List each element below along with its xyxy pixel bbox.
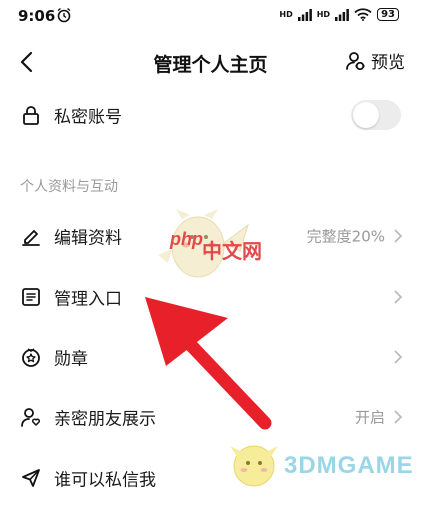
close-friends-icon [21,408,41,427]
signal-icon-2 [335,8,349,21]
php-cn-watermark-text: 中文网 [202,241,262,263]
close-friends-status: 开启 [354,408,385,427]
signal-icon-1 [297,8,312,21]
section-header: 个人资料与互动 [20,179,118,195]
toggle-knob [353,102,379,128]
php-cn-watermark: php 中文网 [150,205,270,295]
status-time: 9:06 [18,7,56,25]
hd-label-1: HD [279,9,293,19]
preview-person-icon [346,51,365,70]
alarm-icon [57,7,71,23]
3dmgame-watermark: 3DMGAME [226,436,421,494]
wifi-icon [354,8,372,21]
send-icon [22,469,40,487]
preview-label: 预览 [371,53,405,73]
list-box-icon [22,288,40,306]
chevron-right-icon [394,410,403,424]
private-account-toggle[interactable] [351,100,401,130]
chevron-right-icon [394,290,403,304]
hd-label-2: HD [316,9,331,19]
private-account-row: 私密账号 [0,88,421,142]
3dmgame-watermark-text: 3DMGAME [284,452,414,479]
preview-button[interactable]: 预览 [345,48,405,73]
private-account-label: 私密账号 [54,107,122,128]
medal-icon [22,348,40,367]
status-indicators: HD HD 93 [279,8,399,21]
edit-profile-label: 编辑资料 [54,228,122,249]
php-watermark-text: php [170,229,203,249]
profile-completeness: 完整度20% [306,227,385,246]
manage-entry-label: 管理入口 [54,289,122,310]
medal-row[interactable]: 勋章 [0,330,421,384]
edit-pencil-icon [22,230,40,246]
3dm-mascot-logo [230,445,278,487]
battery-indicator: 93 [377,8,399,21]
chevron-right-icon [394,350,403,364]
who-can-message-label: 谁可以私信我 [54,470,156,491]
medal-label: 勋章 [54,349,88,370]
close-friends-label: 亲密朋友展示 [54,409,156,430]
chevron-right-icon [394,229,403,243]
status-bar: 9:06 HD HD 93 [0,0,421,34]
nav-bar: 管理个人主页 预览 [0,34,421,90]
lock-icon [23,106,39,125]
